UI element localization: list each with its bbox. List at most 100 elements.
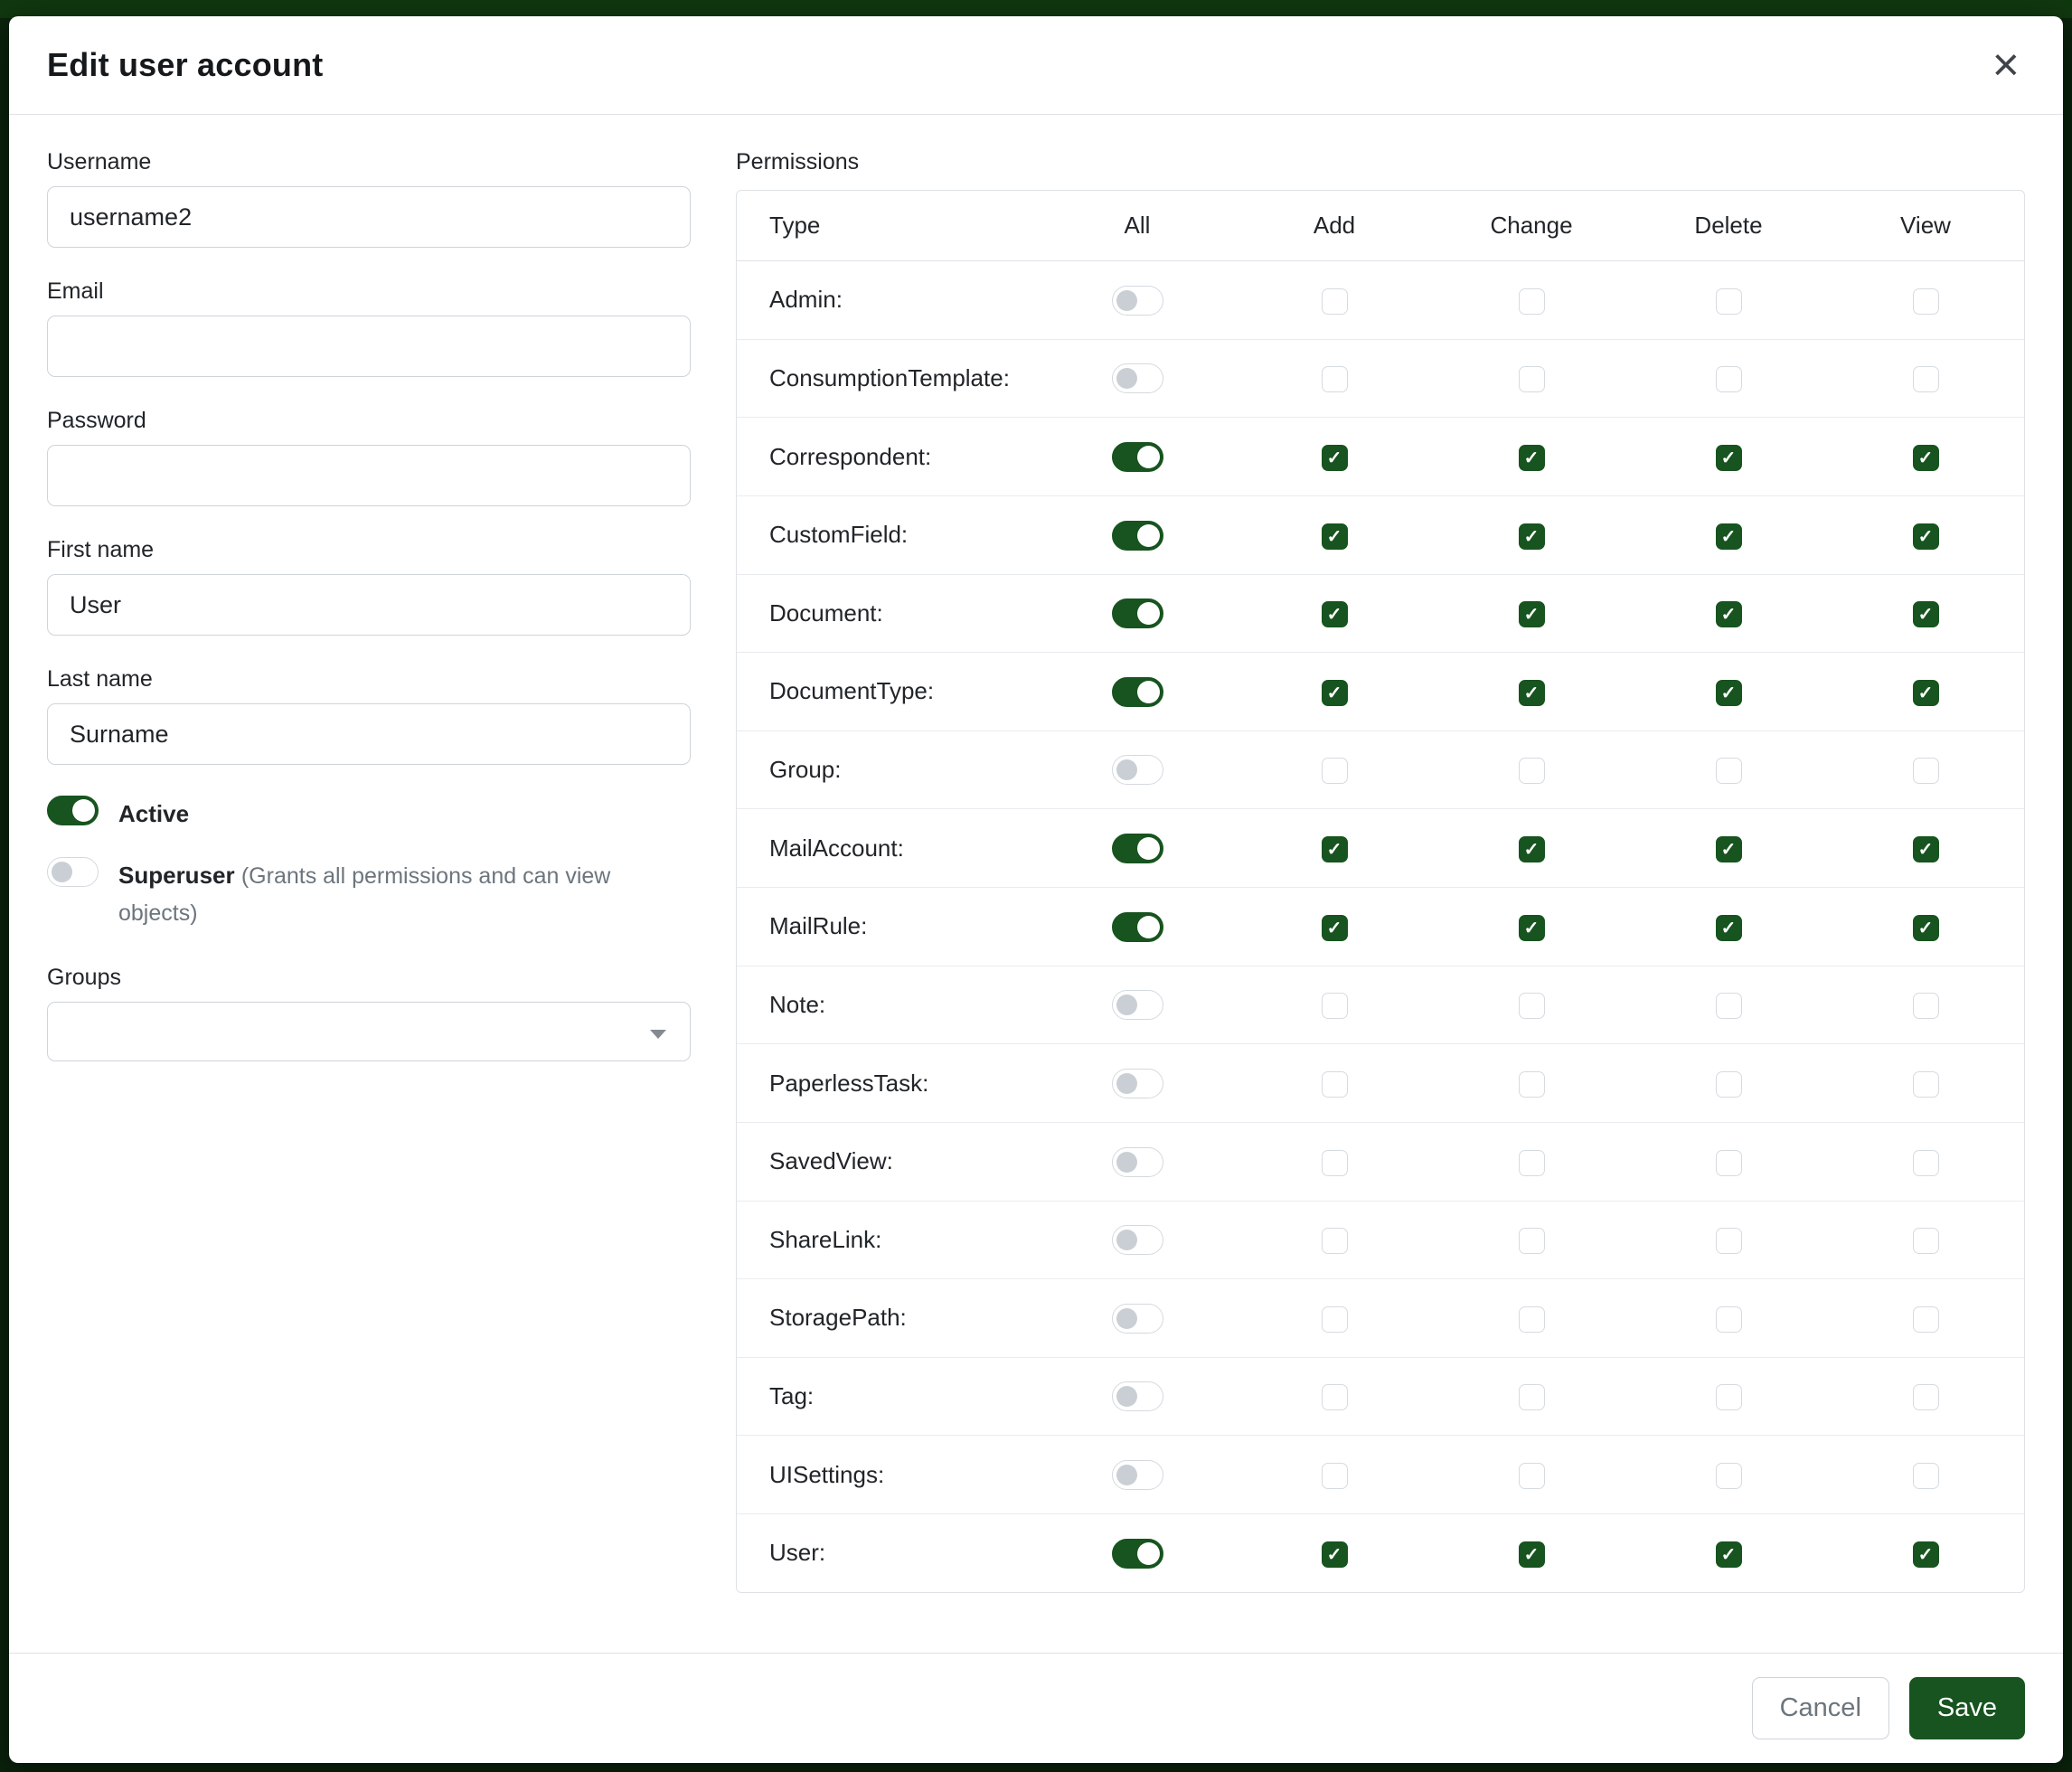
permission-add-checkbox[interactable]: ✓ bbox=[1322, 601, 1348, 627]
superuser-toggle[interactable] bbox=[47, 857, 99, 887]
permission-delete-checkbox[interactable] bbox=[1716, 993, 1742, 1019]
permission-change-checkbox[interactable]: ✓ bbox=[1519, 523, 1545, 550]
permission-add-checkbox[interactable]: ✓ bbox=[1322, 680, 1348, 706]
permission-delete-checkbox[interactable] bbox=[1716, 366, 1742, 392]
cancel-button[interactable]: Cancel bbox=[1752, 1677, 1889, 1739]
permission-all-toggle[interactable] bbox=[1112, 286, 1163, 316]
permission-delete-checkbox[interactable]: ✓ bbox=[1716, 915, 1742, 941]
permission-all-toggle[interactable] bbox=[1112, 1147, 1163, 1177]
permission-view-checkbox[interactable]: ✓ bbox=[1913, 836, 1939, 862]
permission-view-checkbox[interactable]: ✓ bbox=[1913, 680, 1939, 706]
permission-all-toggle[interactable] bbox=[1112, 1304, 1163, 1334]
permission-all-toggle[interactable] bbox=[1112, 442, 1163, 472]
permission-view-checkbox[interactable] bbox=[1913, 1463, 1939, 1489]
permission-add-checkbox[interactable] bbox=[1322, 1463, 1348, 1489]
permission-add-checkbox[interactable] bbox=[1322, 288, 1348, 315]
permission-view-checkbox[interactable] bbox=[1913, 1228, 1939, 1254]
groups-select[interactable] bbox=[47, 1002, 691, 1061]
permission-change-checkbox[interactable]: ✓ bbox=[1519, 836, 1545, 862]
permission-add-checkbox[interactable] bbox=[1322, 1071, 1348, 1098]
permission-add-checkbox[interactable]: ✓ bbox=[1322, 523, 1348, 550]
permission-delete-checkbox[interactable] bbox=[1716, 1071, 1742, 1098]
permission-add-checkbox[interactable] bbox=[1322, 1228, 1348, 1254]
permission-view-checkbox[interactable]: ✓ bbox=[1913, 1541, 1939, 1568]
permission-view-checkbox[interactable] bbox=[1913, 1071, 1939, 1098]
permission-view-checkbox[interactable]: ✓ bbox=[1913, 523, 1939, 550]
permission-change-checkbox[interactable]: ✓ bbox=[1519, 915, 1545, 941]
permission-all-toggle[interactable] bbox=[1112, 834, 1163, 863]
permission-all-toggle[interactable] bbox=[1112, 755, 1163, 785]
permission-delete-checkbox[interactable] bbox=[1716, 1228, 1742, 1254]
first-name-field[interactable] bbox=[47, 574, 691, 636]
permission-all-toggle[interactable] bbox=[1112, 1381, 1163, 1411]
permission-add-checkbox[interactable] bbox=[1322, 758, 1348, 784]
toggle-knob bbox=[1137, 446, 1160, 468]
permission-add-checkbox[interactable]: ✓ bbox=[1322, 1541, 1348, 1568]
permission-change-checkbox[interactable] bbox=[1519, 1228, 1545, 1254]
permission-add-checkbox[interactable]: ✓ bbox=[1322, 445, 1348, 471]
permission-view-checkbox[interactable] bbox=[1913, 993, 1939, 1019]
permission-all-toggle[interactable] bbox=[1112, 599, 1163, 628]
email-field[interactable] bbox=[47, 316, 691, 377]
permission-change-checkbox[interactable]: ✓ bbox=[1519, 1541, 1545, 1568]
permission-delete-checkbox[interactable] bbox=[1716, 1463, 1742, 1489]
permission-delete-checkbox[interactable] bbox=[1716, 1306, 1742, 1333]
permission-delete-checkbox[interactable] bbox=[1716, 758, 1742, 784]
permission-all-toggle[interactable] bbox=[1112, 1460, 1163, 1490]
permission-view-checkbox[interactable]: ✓ bbox=[1913, 445, 1939, 471]
permission-view-checkbox[interactable] bbox=[1913, 366, 1939, 392]
permission-add-checkbox[interactable] bbox=[1322, 1150, 1348, 1176]
permission-view-checkbox[interactable] bbox=[1913, 1306, 1939, 1333]
permission-view-checkbox[interactable]: ✓ bbox=[1913, 601, 1939, 627]
permission-change-checkbox[interactable] bbox=[1519, 366, 1545, 392]
permission-change-checkbox[interactable] bbox=[1519, 993, 1545, 1019]
permission-change-checkbox[interactable] bbox=[1519, 1306, 1545, 1333]
permission-change-checkbox[interactable] bbox=[1519, 1071, 1545, 1098]
active-row: Active bbox=[47, 796, 691, 834]
permission-change-checkbox[interactable] bbox=[1519, 288, 1545, 315]
permission-all-toggle[interactable] bbox=[1112, 1069, 1163, 1098]
permission-all-toggle[interactable] bbox=[1112, 912, 1163, 942]
username-group: Username bbox=[47, 149, 691, 248]
permission-view-checkbox[interactable]: ✓ bbox=[1913, 915, 1939, 941]
permission-add-checkbox[interactable] bbox=[1322, 1384, 1348, 1410]
permission-view-checkbox[interactable] bbox=[1913, 758, 1939, 784]
active-toggle[interactable] bbox=[47, 796, 99, 825]
permission-delete-checkbox[interactable]: ✓ bbox=[1716, 445, 1742, 471]
permission-delete-checkbox[interactable] bbox=[1716, 288, 1742, 315]
permission-delete-checkbox[interactable]: ✓ bbox=[1716, 1541, 1742, 1568]
permission-delete-checkbox[interactable]: ✓ bbox=[1716, 836, 1742, 862]
permission-all-toggle[interactable] bbox=[1112, 677, 1163, 707]
permission-add-checkbox[interactable] bbox=[1322, 993, 1348, 1019]
permission-add-checkbox[interactable]: ✓ bbox=[1322, 836, 1348, 862]
permission-change-checkbox[interactable]: ✓ bbox=[1519, 601, 1545, 627]
save-button[interactable]: Save bbox=[1909, 1677, 2025, 1739]
permission-all-toggle[interactable] bbox=[1112, 521, 1163, 551]
permission-delete-checkbox[interactable]: ✓ bbox=[1716, 523, 1742, 550]
permission-change-checkbox[interactable] bbox=[1519, 1384, 1545, 1410]
permission-change-checkbox[interactable] bbox=[1519, 758, 1545, 784]
permission-delete-checkbox[interactable] bbox=[1716, 1384, 1742, 1410]
permission-view-checkbox[interactable] bbox=[1913, 288, 1939, 315]
permission-add-checkbox[interactable]: ✓ bbox=[1322, 915, 1348, 941]
permission-delete-checkbox[interactable]: ✓ bbox=[1716, 601, 1742, 627]
permission-add-checkbox[interactable] bbox=[1322, 1306, 1348, 1333]
permission-all-toggle[interactable] bbox=[1112, 363, 1163, 393]
permission-change-checkbox[interactable] bbox=[1519, 1463, 1545, 1489]
permission-view-checkbox[interactable] bbox=[1913, 1150, 1939, 1176]
permission-view-checkbox[interactable] bbox=[1913, 1384, 1939, 1410]
permission-all-toggle[interactable] bbox=[1112, 1539, 1163, 1569]
permissions-header-row: Type All Add Change Delete View bbox=[737, 191, 2024, 261]
permission-change-checkbox[interactable]: ✓ bbox=[1519, 680, 1545, 706]
permission-delete-checkbox[interactable]: ✓ bbox=[1716, 680, 1742, 706]
last-name-field[interactable] bbox=[47, 703, 691, 765]
permission-delete-checkbox[interactable] bbox=[1716, 1150, 1742, 1176]
permission-add-checkbox[interactable] bbox=[1322, 366, 1348, 392]
close-icon[interactable]: × bbox=[1987, 42, 2025, 89]
permission-change-checkbox[interactable]: ✓ bbox=[1519, 445, 1545, 471]
permission-change-checkbox[interactable] bbox=[1519, 1150, 1545, 1176]
permission-all-toggle[interactable] bbox=[1112, 1225, 1163, 1255]
username-input[interactable] bbox=[47, 186, 691, 248]
permission-all-toggle[interactable] bbox=[1112, 990, 1163, 1020]
password-field[interactable] bbox=[47, 445, 691, 506]
